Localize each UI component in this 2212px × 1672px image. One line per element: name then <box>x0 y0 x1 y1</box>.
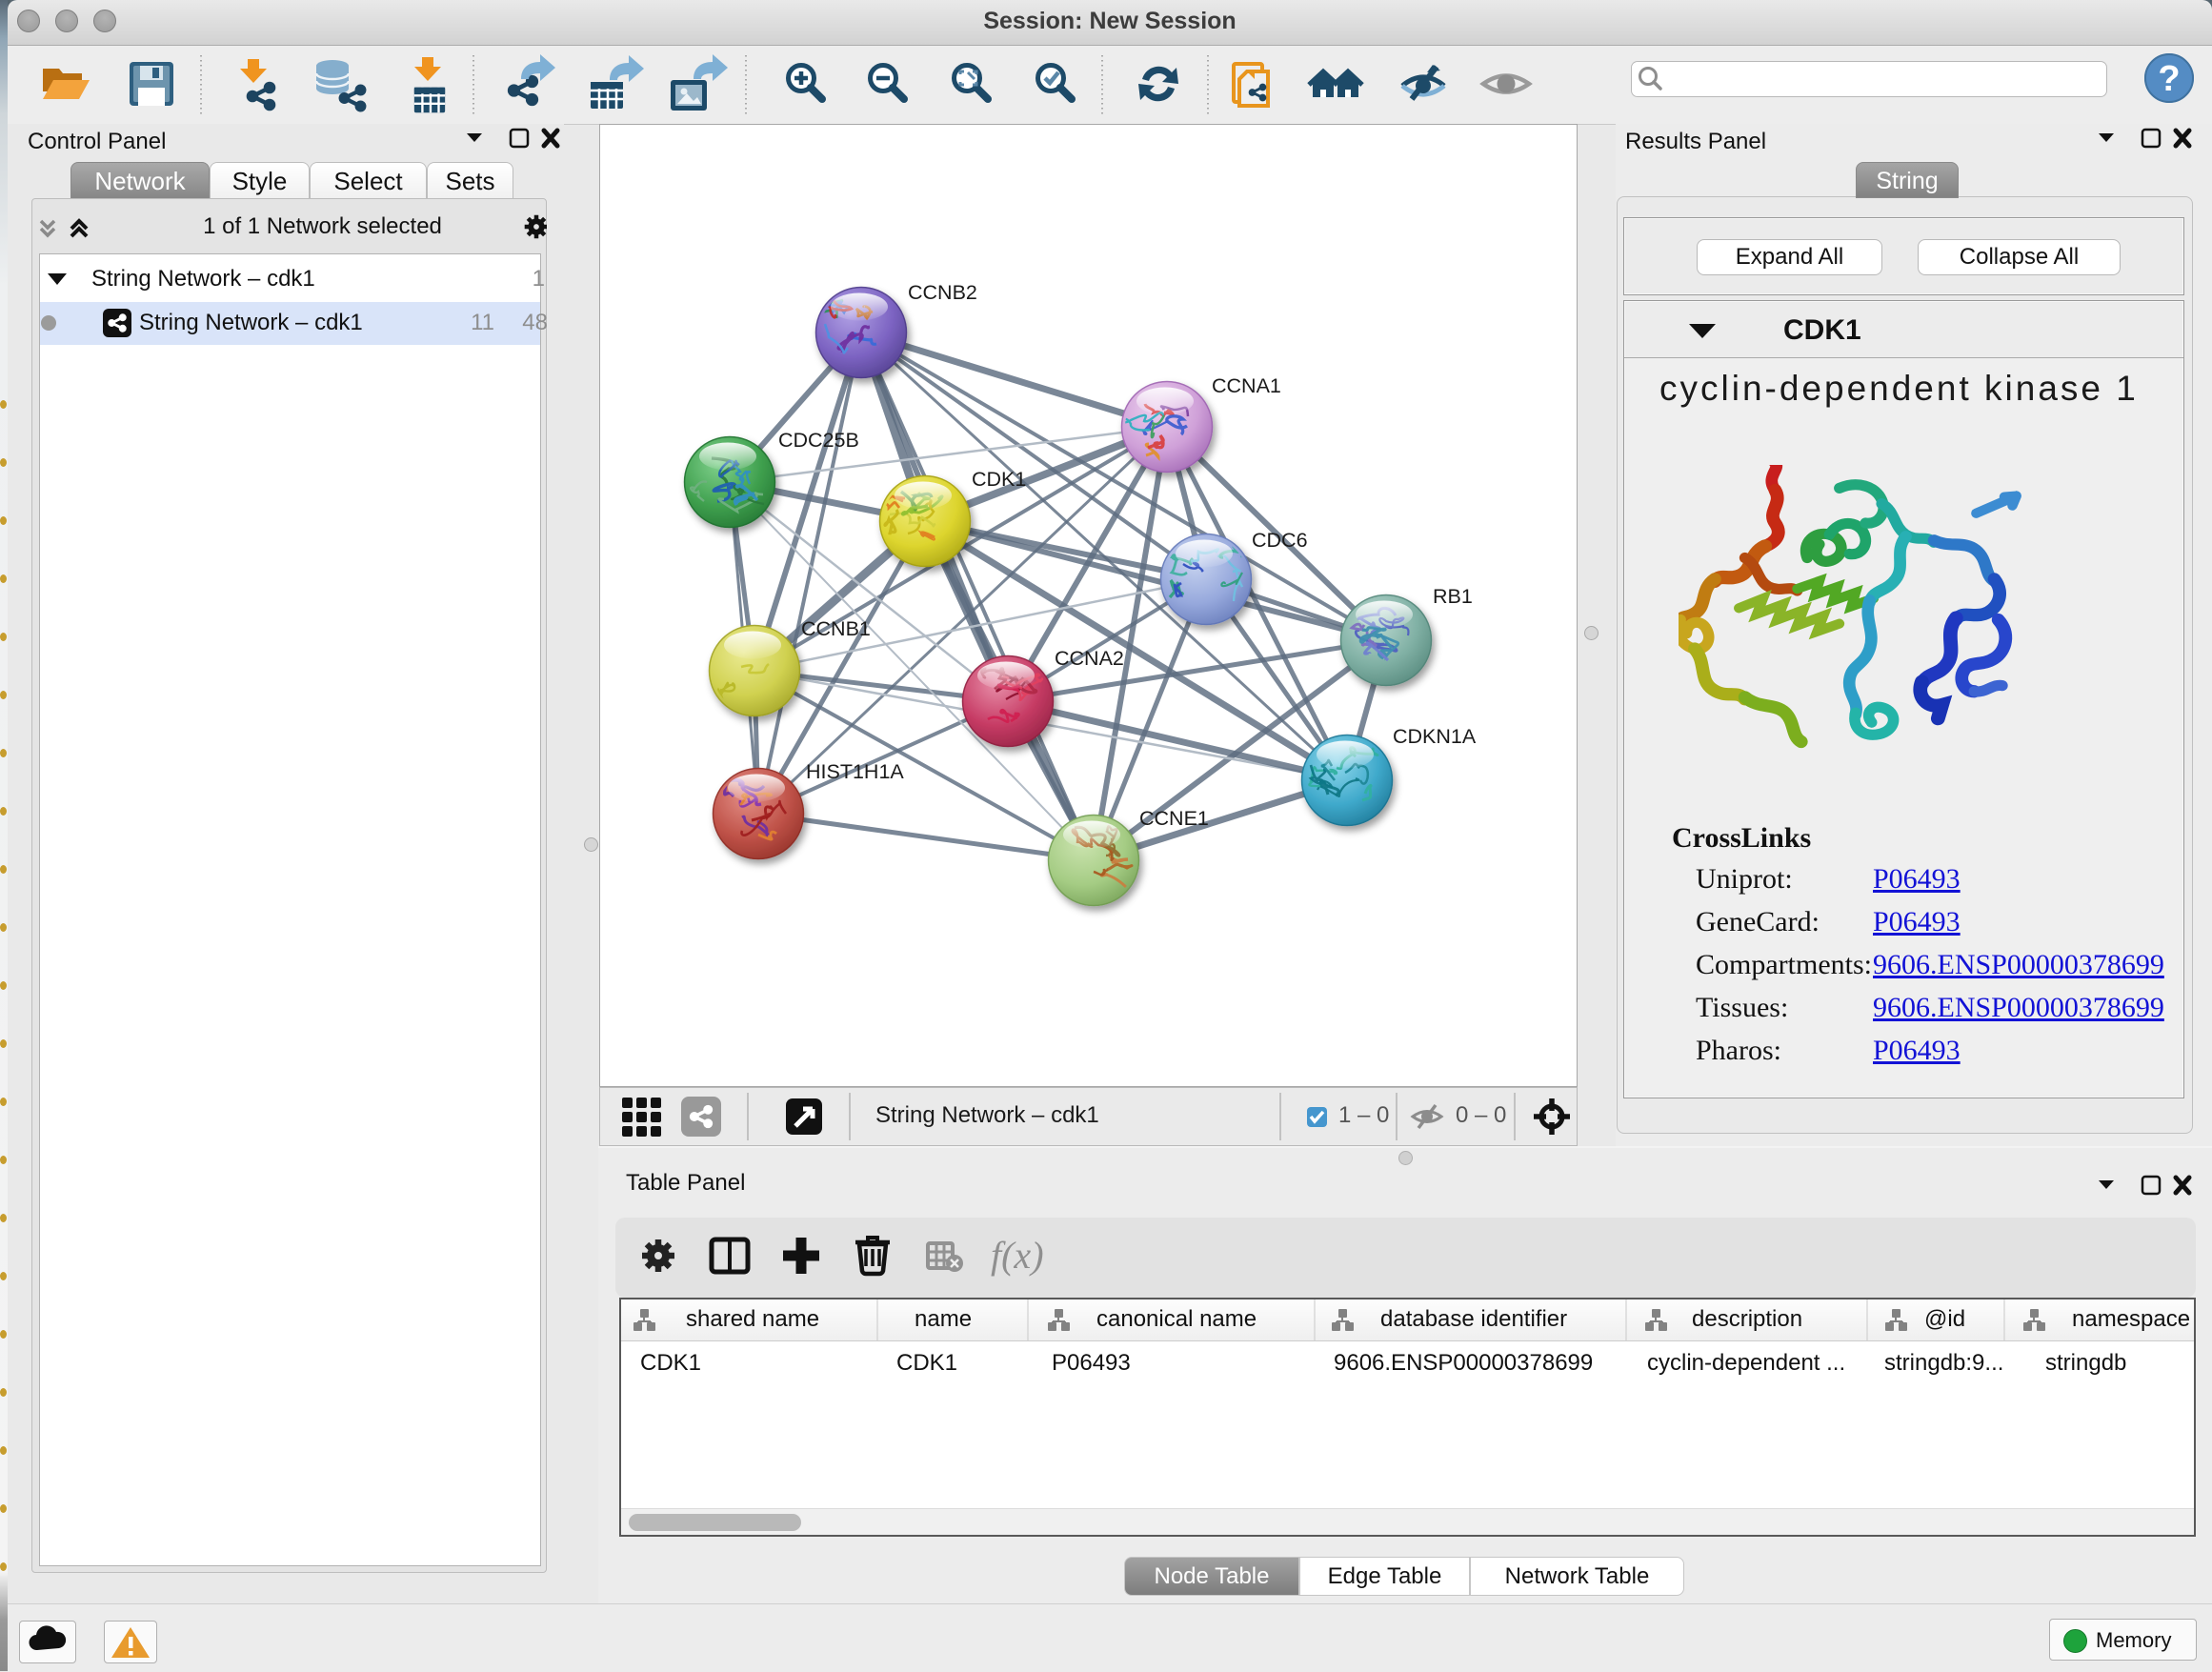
svg-text:CDKN1A: CDKN1A <box>1393 725 1477 748</box>
svg-text:?: ? <box>2158 59 2180 99</box>
svg-text:CDC6: CDC6 <box>1252 529 1308 552</box>
svg-text:RB1: RB1 <box>1433 585 1473 608</box>
svg-text:CCNB1: CCNB1 <box>801 617 871 640</box>
svg-text:CCNA2: CCNA2 <box>1055 647 1124 670</box>
svg-text:f(x): f(x) <box>991 1234 1044 1277</box>
svg-text:CDK1: CDK1 <box>972 468 1026 491</box>
svg-text:CCNE1: CCNE1 <box>1139 807 1209 830</box>
svg-text:CCNB2: CCNB2 <box>908 281 977 304</box>
svg-text:CDC25B: CDC25B <box>778 429 859 452</box>
svg-text:HIST1H1A: HIST1H1A <box>806 760 904 783</box>
svg-text:CCNA1: CCNA1 <box>1212 374 1281 397</box>
